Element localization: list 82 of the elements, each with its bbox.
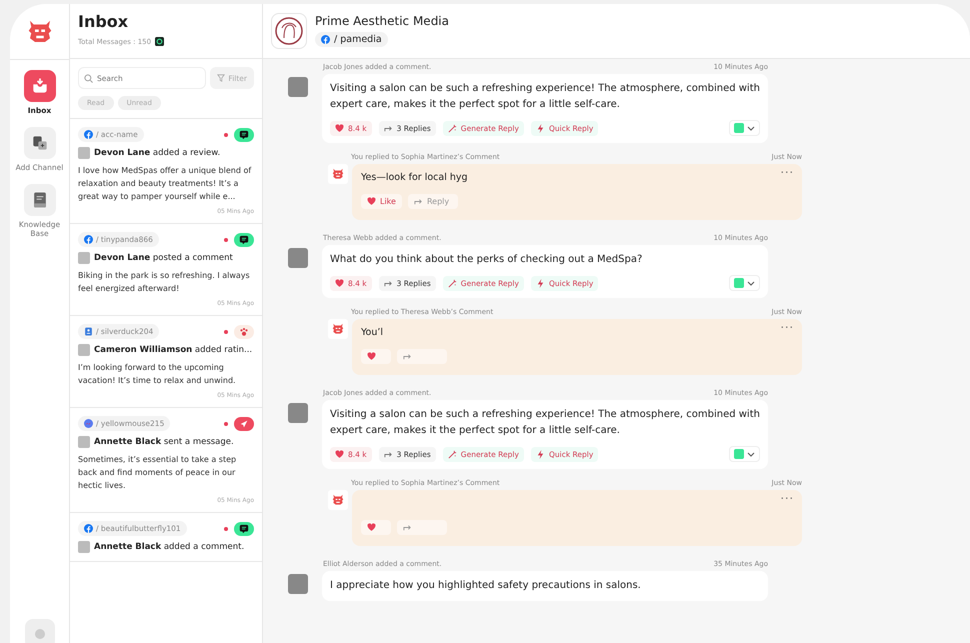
reply-button[interactable] bbox=[397, 520, 447, 535]
reply-text: Yes—look for local hyg bbox=[361, 172, 468, 183]
reply-arrow-icon bbox=[384, 124, 393, 132]
page-handle: / pamedia bbox=[315, 32, 388, 47]
lightning-icon bbox=[536, 450, 545, 458]
comment-text: Visiting a salon can be such a refreshing experience! The atmosphere, combined with expert care, makes it the perfect spot for a little self-care. bbox=[330, 408, 760, 438]
reply-button[interactable]: Reply bbox=[408, 194, 458, 209]
reply-arrow-icon bbox=[403, 352, 412, 361]
avatar bbox=[288, 248, 308, 268]
contact-card-icon bbox=[84, 327, 93, 336]
avatar bbox=[78, 541, 90, 553]
search-icon bbox=[84, 74, 93, 83]
reply-arrow-icon bbox=[384, 450, 393, 458]
activity-line: Annette Black added a comment. bbox=[94, 542, 244, 552]
sentiment-dropdown[interactable] bbox=[729, 275, 760, 291]
avatar bbox=[288, 77, 308, 97]
dragon-logo bbox=[331, 167, 345, 181]
user-avatar[interactable] bbox=[24, 619, 54, 643]
comment-badge-icon bbox=[234, 232, 254, 246]
facebook-icon bbox=[84, 130, 93, 139]
facebook-icon bbox=[84, 235, 93, 244]
magic-wand-icon bbox=[448, 124, 457, 132]
reply-arrow-icon bbox=[403, 523, 412, 532]
add-channel-icon bbox=[24, 127, 56, 159]
chevron-down-icon bbox=[747, 450, 755, 458]
lightning-icon bbox=[536, 278, 545, 288]
avatar bbox=[78, 344, 90, 356]
avatar bbox=[78, 252, 90, 264]
reply-arrow-icon bbox=[414, 197, 423, 206]
inbox-tray-icon bbox=[24, 70, 56, 102]
avatar bbox=[288, 574, 308, 594]
heart-icon bbox=[367, 352, 376, 361]
like-button[interactable] bbox=[361, 520, 391, 535]
more-options-button[interactable]: ··· bbox=[780, 492, 794, 505]
magic-wand-icon bbox=[448, 278, 457, 288]
activity-line: Devon Lane posted a comment bbox=[94, 253, 233, 263]
like-button[interactable]: Like bbox=[361, 194, 402, 209]
facebook-icon bbox=[84, 524, 93, 533]
refresh-icon[interactable] bbox=[155, 37, 164, 46]
heart-icon bbox=[367, 523, 376, 532]
lightning-icon bbox=[536, 124, 545, 132]
page-avatar bbox=[271, 13, 307, 49]
comment-badge-icon bbox=[234, 522, 254, 536]
reply-button[interactable] bbox=[397, 349, 447, 364]
page-name: Prime Aesthetic Media bbox=[315, 14, 449, 28]
heart-icon bbox=[335, 124, 344, 132]
activity-line: Devon Lane added a review. bbox=[94, 148, 220, 158]
chevron-down-icon bbox=[747, 124, 755, 132]
paw-badge-icon bbox=[234, 324, 254, 338]
activity-line: Annette Black sent a message. bbox=[94, 437, 234, 447]
filter-icon bbox=[217, 74, 226, 82]
heart-icon bbox=[335, 450, 344, 458]
message-preview: I love how MedSpas offer a unique blend of relaxation and beauty treatments! It’s a great way to pamper yourself while e... bbox=[78, 165, 252, 203]
more-options-button[interactable]: ··· bbox=[780, 321, 794, 334]
message-preview: I’m looking forward to the upcoming vacation! It’s time to relax and unwind. bbox=[78, 362, 237, 387]
avatar bbox=[78, 147, 90, 159]
send-badge-icon bbox=[234, 416, 254, 430]
reply-arrow-icon bbox=[384, 278, 393, 288]
sentiment-dropdown[interactable] bbox=[729, 120, 760, 136]
message-preview: Sometimes, it’s essential to take a step back and find moments of peace in our hectic lives. bbox=[78, 454, 238, 492]
heart-icon bbox=[335, 278, 344, 288]
comment-text: I appreciate how you highlighted safety precautions in salons. bbox=[330, 579, 642, 593]
dragon-logo bbox=[331, 493, 345, 507]
more-options-button[interactable]: ··· bbox=[780, 166, 794, 179]
magic-wand-icon bbox=[448, 450, 457, 458]
dragon-logo bbox=[331, 322, 345, 336]
avatar bbox=[78, 436, 90, 448]
facebook-icon bbox=[321, 35, 330, 44]
comment-text: Visiting a salon can be such a refreshing experience! The atmosphere, combined with expert care, makes it the perfect spot for a little self-care. bbox=[330, 82, 760, 112]
avatar bbox=[288, 403, 308, 423]
comment-badge-icon bbox=[234, 128, 254, 142]
messenger-icon bbox=[84, 419, 93, 428]
heart-icon bbox=[367, 197, 376, 206]
message-preview: Biking in the park is so refreshing. I always feel energized afterward! bbox=[78, 270, 251, 295]
book-icon bbox=[24, 184, 56, 216]
reply-text: You’l bbox=[361, 327, 384, 338]
comment-text: What do you think about the perks of checking out a MedSpa? bbox=[330, 253, 644, 267]
sentiment-dropdown[interactable] bbox=[729, 446, 760, 462]
chevron-down-icon bbox=[747, 279, 755, 287]
activity-line: Cameron Williamson added ratin... bbox=[94, 345, 252, 355]
inbox-title: Inbox bbox=[78, 12, 130, 31]
like-button[interactable] bbox=[361, 349, 391, 364]
